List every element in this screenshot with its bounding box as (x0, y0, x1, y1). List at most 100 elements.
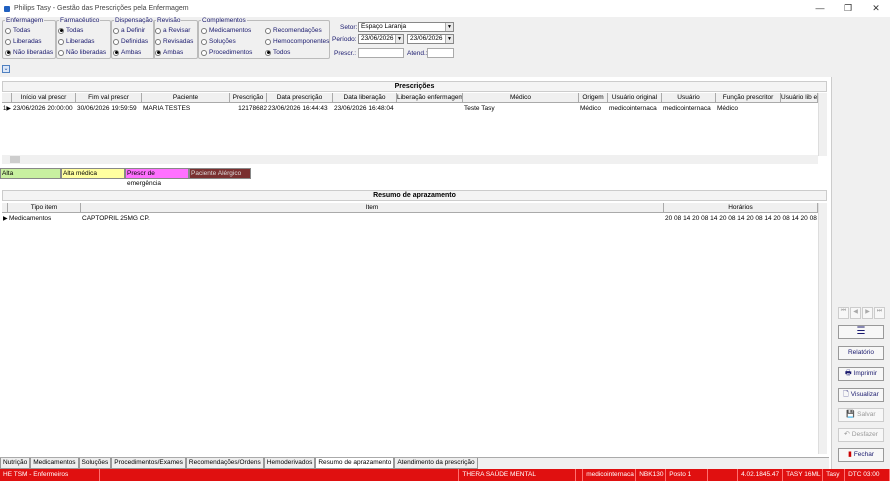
tab-atendimento[interactable]: Atendimento da prescrição (394, 458, 478, 469)
action-panel: ⏮ ◀ ▶ ⏭ ☰ Relatório 🖶 Imprimir 🗋 Visualiza… (831, 77, 890, 469)
col-origem[interactable]: Origem (579, 93, 608, 102)
legend-alta: Alta (0, 168, 61, 179)
legend-emergencia: Prescr de emergência (125, 168, 189, 187)
status-versao: 4.02.1845.47 (738, 469, 784, 481)
col-paciente[interactable]: Paciente (142, 93, 230, 102)
comp-hemocomponentes-radio[interactable]: Hemocomponentes (265, 38, 329, 45)
complementos-legend: Complementos (202, 17, 246, 24)
dispensacao-legend: Dispensação (115, 17, 153, 24)
tab-procedimentos[interactable]: Procedimentos/Exames (111, 458, 186, 469)
comp-recomendacoes-radio[interactable]: Recomendações (265, 27, 322, 34)
prescr-input[interactable] (358, 48, 404, 58)
tab-hemoderivados[interactable]: Hemoderivados (263, 458, 316, 469)
col-usuario[interactable]: Usuário (662, 93, 716, 102)
status-usuario: medicointernaca (583, 469, 637, 481)
rev-ambas-radio[interactable]: Ambas (155, 49, 183, 56)
salvar-button[interactable]: 💾 Salvar (838, 408, 884, 422)
rev-a-revisar-radio[interactable]: a Revisar (155, 27, 190, 34)
fechar-button[interactable]: ▮ Fechar (838, 448, 884, 462)
printer-icon: 🖶 (844, 370, 852, 377)
chevron-down-icon: ▼ (445, 23, 453, 31)
col-data-liberacao[interactable]: Data liberação (333, 93, 397, 102)
comp-todos-radio[interactable]: Todos (265, 49, 290, 56)
expand-filters-button[interactable]: ⌄ (2, 65, 10, 73)
comp-procedimentos-radio[interactable]: Procedimentos (201, 49, 252, 56)
chevron-down-icon: ▼ (395, 35, 403, 43)
save-icon: 💾 (846, 411, 856, 418)
tab-medicamentos[interactable]: Medicamentos (30, 458, 79, 469)
farm-nao-liberadas-radio[interactable]: Não liberadas (58, 49, 106, 56)
status-bar: HE TSM - Enfermeiros THERA SAÚDE MENTAL … (0, 469, 890, 481)
prescr-label: Prescr.: (334, 50, 357, 57)
tab-recomendacoes[interactable]: Recomendações/Ordens (185, 458, 264, 469)
tab-solucoes[interactable]: Soluções (78, 458, 112, 469)
tab-nutricao[interactable]: Nutrição (0, 458, 31, 469)
farm-liberadas-radio[interactable]: Liberadas (58, 38, 95, 45)
enf-todas-radio[interactable]: Todas (5, 27, 30, 34)
comp-medicamentos-radio[interactable]: Medicamentos (201, 27, 251, 34)
disp-a-definir-radio[interactable]: a Definir (113, 27, 145, 34)
tab-bar: Nutrição Medicamentos Soluções Procedime… (0, 457, 829, 469)
close-button[interactable]: ✕ (862, 3, 890, 14)
col-usuario-lib-enf[interactable]: Usuário lib enf (781, 93, 818, 102)
status-base: TASY 16ML (783, 469, 824, 481)
minimize-button[interactable]: — (806, 3, 834, 14)
col-prescricao[interactable]: Prescrição (230, 93, 267, 102)
periodo-label: Período: (332, 36, 357, 43)
prescricoes-hscroll[interactable] (2, 155, 818, 164)
desfazer-button[interactable]: ↶ Desfazer (838, 428, 884, 442)
col-fim[interactable]: Fim val prescr (76, 93, 142, 102)
col-horarios[interactable]: Horários (664, 203, 818, 212)
disp-ambas-radio[interactable]: Ambas (113, 49, 141, 56)
col-item[interactable]: Item (81, 203, 664, 212)
legend: Alta Alta médica Prescr de emergência Pa… (0, 168, 251, 187)
setor-select[interactable]: Espaço Laranja ▼ (358, 22, 454, 32)
menu-icon[interactable]: ☰ (838, 325, 884, 339)
first-icon[interactable]: ⏮ (838, 307, 849, 319)
chevron-down-icon: ▼ (445, 35, 453, 43)
nav-buttons: ⏮ ◀ ▶ ⏭ (838, 307, 885, 319)
col-tipo-item[interactable]: Tipo item (8, 203, 81, 212)
enfermagem-legend: Enfermagem (6, 17, 44, 24)
status-blank-1 (100, 469, 460, 481)
row-pointer-icon: 1▶ (3, 106, 11, 112)
aprazamento-vscroll[interactable] (818, 203, 827, 454)
document-icon: 🗋 (843, 391, 849, 398)
prescricoes-header: Início val prescr Fim val prescr Pacient… (2, 93, 818, 103)
relatorio-button[interactable]: Relatório (838, 346, 884, 360)
table-row[interactable]: ▶ Medicamentos CAPTOPRIL 25MG CP. 20 08 … (2, 214, 818, 224)
col-medico[interactable]: Médico (463, 93, 579, 102)
imprimir-button[interactable]: 🖶 Imprimir (838, 367, 884, 381)
enf-liberadas-radio[interactable]: Liberadas (5, 38, 42, 45)
prev-icon[interactable]: ◀ (850, 307, 861, 319)
prescricoes-vscroll[interactable] (818, 93, 827, 156)
tab-resumo-aprazamento[interactable]: Resumo de aprazamento (315, 458, 395, 469)
col-usuario-original[interactable]: Usuário original (608, 93, 662, 102)
farm-todas-radio[interactable]: Todas (58, 27, 83, 34)
col-funcao-prescritor[interactable]: Função prescritor (716, 93, 781, 102)
atend-input[interactable] (427, 48, 454, 58)
status-perfil: HE TSM - Enfermeiros (0, 469, 100, 481)
periodo-to-field[interactable]: 23/06/2026 ▼ (407, 34, 454, 44)
restore-button[interactable]: ❐ (834, 3, 862, 14)
last-icon[interactable]: ⏭ (874, 307, 885, 319)
status-estabelecimento: THERA SAÚDE MENTAL (459, 469, 577, 481)
farmaceutico-legend: Farmacêutico (60, 17, 100, 24)
table-row[interactable]: 1▶ 23/06/2026 20:00:00 30/06/2026 19:59:… (2, 104, 818, 114)
rev-revisadas-radio[interactable]: Revisadas (155, 38, 193, 45)
aprazamento-title: Resumo de aprazamento (2, 190, 827, 201)
next-icon[interactable]: ▶ (862, 307, 873, 319)
periodo-from-field[interactable]: 23/06/2026 ▼ (358, 34, 404, 44)
visualizar-button[interactable]: 🗋 Visualizar (838, 388, 884, 402)
col-liberacao-enf[interactable]: Liberação enfermagem (397, 93, 463, 102)
col-data-prescricao[interactable]: Data prescrição (267, 93, 333, 102)
filter-bar: Enfermagem Todas Liberadas Não liberadas… (0, 17, 890, 77)
disp-definidas-radio[interactable]: Definidas (113, 38, 148, 45)
atend-label: Atend.: (407, 50, 428, 57)
col-inicio[interactable]: Início val prescr (12, 93, 76, 102)
row-indicator-header (2, 93, 12, 102)
app-icon (4, 5, 10, 12)
exit-door-icon: ▮ (847, 451, 852, 458)
comp-solucoes-radio[interactable]: Soluções (201, 38, 236, 45)
enf-nao-liberadas-radio[interactable]: Não liberadas (5, 49, 53, 56)
